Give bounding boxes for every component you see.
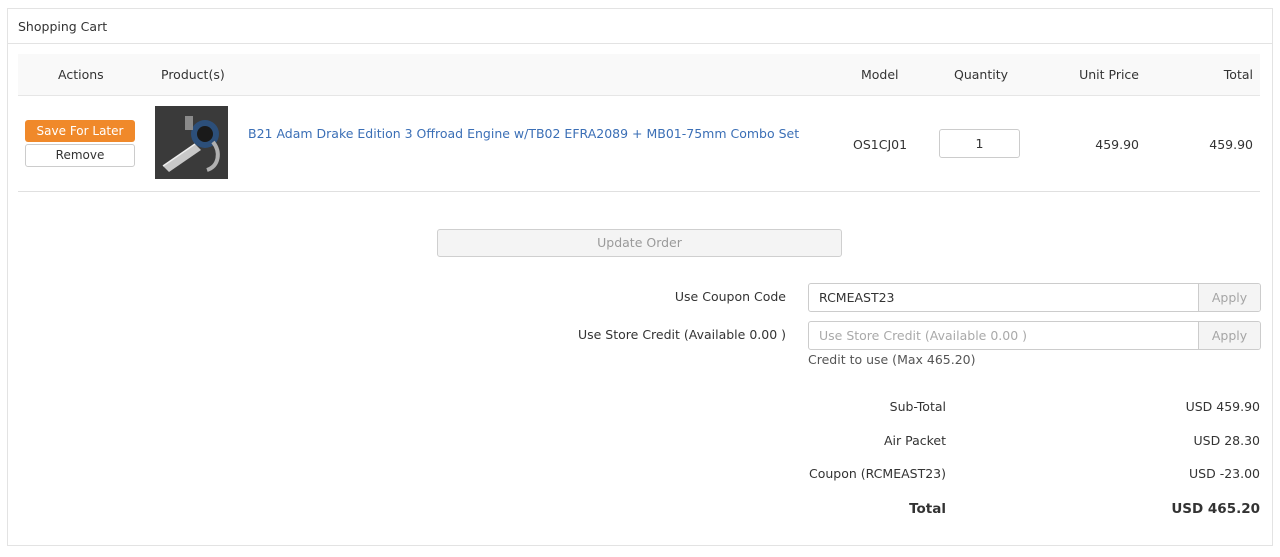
header-model: Model	[861, 67, 899, 82]
grand-total-label: Total	[909, 501, 946, 517]
store-credit-apply-button[interactable]: Apply	[1198, 322, 1260, 349]
subtotal-value: USD 459.90	[1185, 399, 1260, 414]
product-model: OS1CJ01	[853, 137, 908, 152]
product-name-link[interactable]: B21 Adam Drake Edition 3 Offroad Engine …	[248, 126, 799, 141]
panel-title: Shopping Cart	[8, 9, 1272, 44]
subtotal-label: Sub-Total	[889, 399, 946, 414]
quantity-input[interactable]	[939, 129, 1020, 158]
coupon-discount-label: Coupon (RCMEAST23)	[808, 466, 946, 481]
engine-image-icon	[155, 106, 228, 179]
shipping-value: USD 28.30	[1193, 433, 1260, 448]
store-credit-input-group: Apply	[808, 321, 1261, 350]
coupon-discount-value: USD -23.00	[1189, 466, 1260, 481]
shipping-label: Air Packet	[883, 433, 946, 448]
product-thumbnail[interactable]	[155, 106, 228, 179]
store-credit-input[interactable]	[809, 322, 1198, 349]
coupon-input-group: Apply	[808, 283, 1261, 312]
header-products: Product(s)	[161, 67, 225, 82]
coupon-apply-button[interactable]: Apply	[1198, 284, 1260, 311]
store-credit-label: Use Store Credit (Available 0.00 )	[577, 327, 786, 342]
header-actions: Actions	[58, 67, 104, 82]
header-quantity: Quantity	[954, 67, 1009, 82]
remove-button[interactable]: Remove	[25, 144, 135, 167]
credit-note: Credit to use (Max 465.20)	[808, 352, 976, 367]
save-for-later-button[interactable]: Save For Later	[25, 120, 135, 142]
coupon-label: Use Coupon Code	[674, 289, 786, 304]
grand-total-value: USD 465.20	[1171, 501, 1260, 517]
row-total: 459.90	[1209, 137, 1253, 152]
header-total: Total	[1223, 67, 1253, 82]
cart-table-header: Actions Product(s) Model Quantity Unit P…	[18, 54, 1260, 96]
coupon-input[interactable]	[809, 284, 1198, 311]
unit-price: 459.90	[1095, 137, 1139, 152]
header-unit-price: Unit Price	[1079, 67, 1139, 82]
update-order-button[interactable]: Update Order	[437, 229, 842, 257]
